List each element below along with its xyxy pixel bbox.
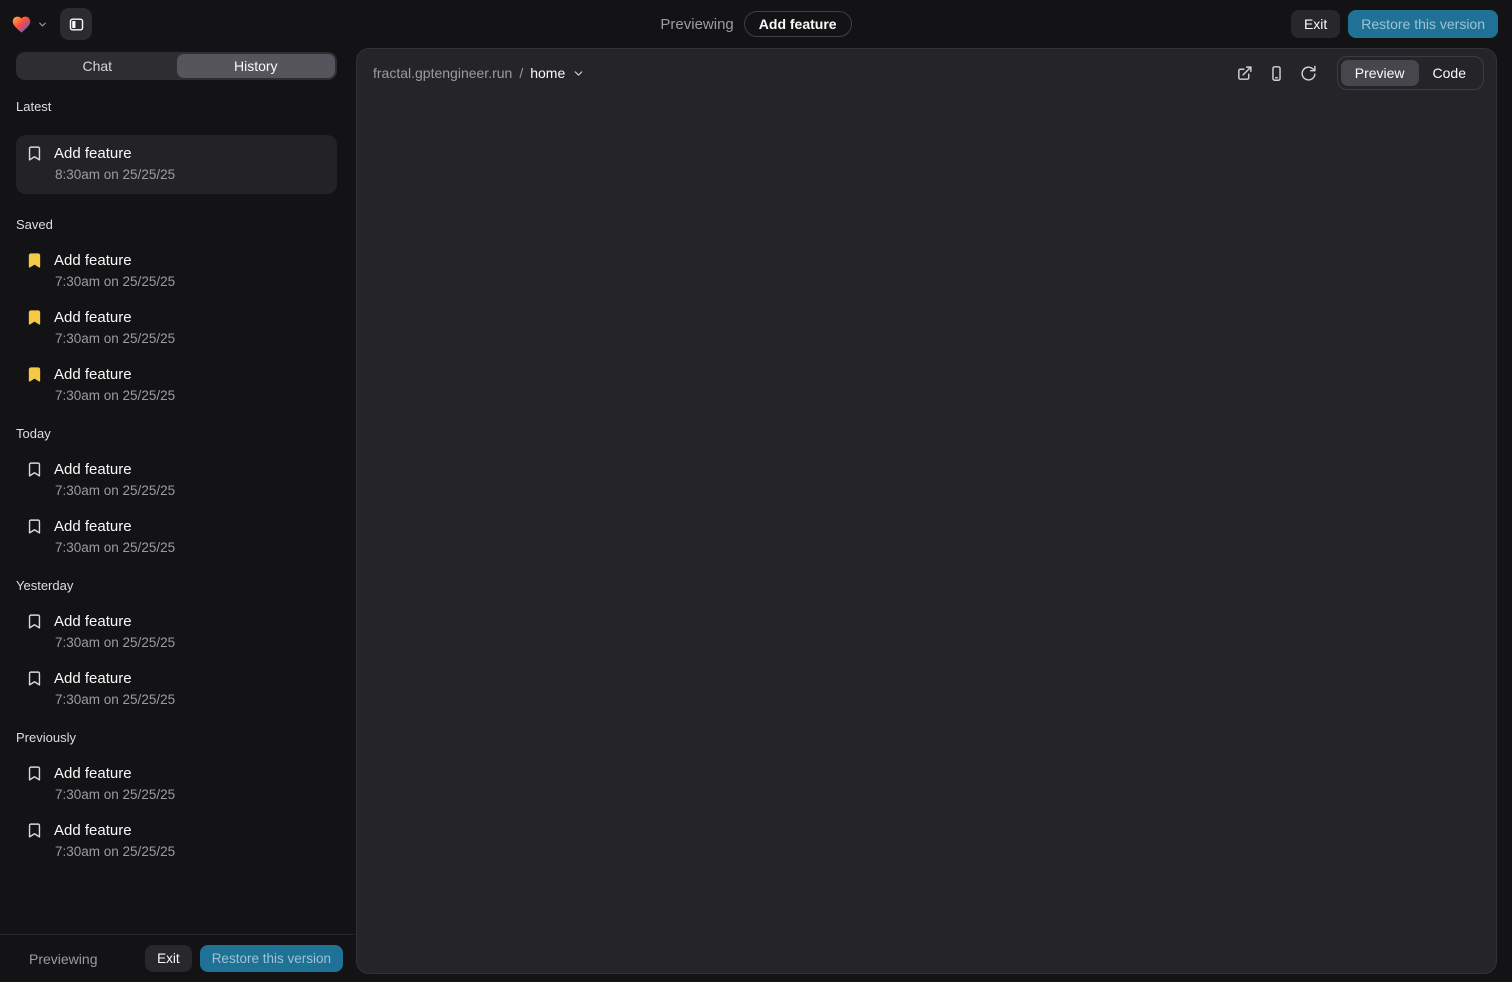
history-item[interactable]: Add feature 8:30am on 25/25/25 bbox=[16, 135, 337, 194]
footer-exit-button[interactable]: Exit bbox=[145, 945, 192, 972]
history-item[interactable]: Add feature 7:30am on 25/25/25 bbox=[16, 366, 337, 403]
tab-chat[interactable]: Chat bbox=[18, 54, 177, 78]
item-time: 7:30am on 25/25/25 bbox=[55, 844, 327, 859]
bookmark-icon bbox=[26, 461, 43, 478]
section-title: Saved bbox=[16, 217, 337, 232]
item-title: Add feature bbox=[54, 518, 132, 535]
section-items: Add feature 7:30am on 25/25/25 Add featu… bbox=[16, 613, 337, 707]
item-title: Add feature bbox=[54, 765, 132, 782]
history-item[interactable]: Add feature 7:30am on 25/25/25 bbox=[16, 309, 337, 346]
history-item[interactable]: Add feature 7:30am on 25/25/25 bbox=[16, 765, 337, 802]
history-item[interactable]: Add feature 7:30am on 25/25/25 bbox=[16, 518, 337, 555]
bookmark-icon bbox=[26, 765, 43, 782]
item-title: Add feature bbox=[54, 670, 132, 687]
preview-code-toggle: Preview Code bbox=[1337, 56, 1484, 90]
chat-history-tabbar: Chat History bbox=[16, 52, 337, 80]
smartphone-icon bbox=[1268, 65, 1285, 82]
item-title: Add feature bbox=[54, 822, 132, 839]
footer-restore-button[interactable]: Restore this version bbox=[200, 945, 343, 972]
item-time: 7:30am on 25/25/25 bbox=[55, 635, 327, 650]
footer-previewing-label: Previewing bbox=[29, 951, 97, 967]
refresh-button[interactable] bbox=[1295, 59, 1323, 87]
restore-version-button[interactable]: Restore this version bbox=[1348, 10, 1498, 38]
refresh-icon bbox=[1300, 65, 1317, 82]
section-items: Add feature 7:30am on 25/25/25 Add featu… bbox=[16, 765, 337, 859]
panel-left-icon bbox=[68, 16, 85, 33]
section-items: Add feature 7:30am on 25/25/25 Add featu… bbox=[16, 252, 337, 403]
bookmark-icon bbox=[26, 670, 43, 687]
preview-viewport[interactable] bbox=[357, 97, 1496, 973]
heart-logo-icon bbox=[10, 14, 33, 35]
mobile-view-button[interactable] bbox=[1263, 59, 1291, 87]
item-time: 7:30am on 25/25/25 bbox=[55, 540, 327, 555]
toggle-preview[interactable]: Preview bbox=[1341, 60, 1419, 86]
item-time: 7:30am on 25/25/25 bbox=[55, 388, 327, 403]
top-header: Previewing Add feature Exit Restore this… bbox=[0, 0, 1512, 48]
section-items: Add feature 8:30am on 25/25/25 bbox=[16, 135, 337, 194]
history-item[interactable]: Add feature 7:30am on 25/25/25 bbox=[16, 822, 337, 859]
section-title: Previously bbox=[16, 730, 337, 745]
bookmark-icon bbox=[26, 145, 43, 162]
open-external-button[interactable] bbox=[1231, 59, 1259, 87]
item-time: 7:30am on 25/25/25 bbox=[55, 331, 327, 346]
bookmark-icon bbox=[26, 309, 43, 326]
item-time: 7:30am on 25/25/25 bbox=[55, 787, 327, 802]
history-section: Saved Add feature 7:30am on 25/25/25 Add… bbox=[16, 217, 337, 403]
item-time: 7:30am on 25/25/25 bbox=[55, 274, 327, 289]
tab-history[interactable]: History bbox=[177, 54, 336, 78]
item-title: Add feature bbox=[54, 309, 132, 326]
history-item[interactable]: Add feature 7:30am on 25/25/25 bbox=[16, 252, 337, 289]
section-title: Yesterday bbox=[16, 578, 337, 593]
item-time: 8:30am on 25/25/25 bbox=[55, 167, 327, 182]
item-title: Add feature bbox=[54, 366, 132, 383]
history-section: Latest Add feature 8:30am on 25/25/25 bbox=[16, 99, 337, 194]
chevron-down-icon bbox=[37, 19, 48, 30]
exit-button[interactable]: Exit bbox=[1291, 10, 1340, 38]
preview-panel: fractal.gptengineer.run / home bbox=[356, 48, 1497, 974]
toggle-code[interactable]: Code bbox=[1419, 60, 1480, 86]
history-section: Previously Add feature 7:30am on 25/25/2… bbox=[16, 730, 337, 859]
previewing-status-label: Previewing bbox=[660, 16, 733, 33]
url-host: fractal.gptengineer.run bbox=[373, 65, 512, 81]
section-items: Add feature 7:30am on 25/25/25 Add featu… bbox=[16, 461, 337, 555]
external-link-icon bbox=[1236, 65, 1253, 82]
sidebar-toggle-button[interactable] bbox=[60, 8, 92, 40]
preview-panel-header: fractal.gptengineer.run / home bbox=[357, 49, 1496, 97]
item-time: 7:30am on 25/25/25 bbox=[55, 483, 327, 498]
item-title: Add feature bbox=[54, 145, 132, 162]
item-title: Add feature bbox=[54, 461, 132, 478]
version-badge[interactable]: Add feature bbox=[744, 11, 852, 37]
section-title: Latest bbox=[16, 99, 337, 114]
sidebar: Chat History Latest Add feature 8:30am o… bbox=[0, 48, 355, 982]
section-title: Today bbox=[16, 426, 337, 441]
chevron-down-icon bbox=[572, 67, 585, 80]
url-page: home bbox=[530, 65, 565, 81]
bookmark-icon bbox=[26, 252, 43, 269]
url-selector[interactable]: fractal.gptengineer.run / home bbox=[373, 65, 585, 81]
bookmark-icon bbox=[26, 366, 43, 383]
bookmark-icon bbox=[26, 613, 43, 630]
url-separator: / bbox=[519, 65, 523, 81]
history-item[interactable]: Add feature 7:30am on 25/25/25 bbox=[16, 670, 337, 707]
history-section: Today Add feature 7:30am on 25/25/25 Add… bbox=[16, 426, 337, 555]
bookmark-icon bbox=[26, 822, 43, 839]
history-item[interactable]: Add feature 7:30am on 25/25/25 bbox=[16, 461, 337, 498]
history-item[interactable]: Add feature 7:30am on 25/25/25 bbox=[16, 613, 337, 650]
item-title: Add feature bbox=[54, 252, 132, 269]
history-section: Yesterday Add feature 7:30am on 25/25/25… bbox=[16, 578, 337, 707]
sidebar-footer: Previewing Exit Restore this version bbox=[0, 934, 355, 982]
history-list: Latest Add feature 8:30am on 25/25/25 Sa… bbox=[0, 80, 355, 934]
item-title: Add feature bbox=[54, 613, 132, 630]
app-logo-menu[interactable] bbox=[10, 14, 48, 35]
item-time: 7:30am on 25/25/25 bbox=[55, 692, 327, 707]
bookmark-icon bbox=[26, 518, 43, 535]
